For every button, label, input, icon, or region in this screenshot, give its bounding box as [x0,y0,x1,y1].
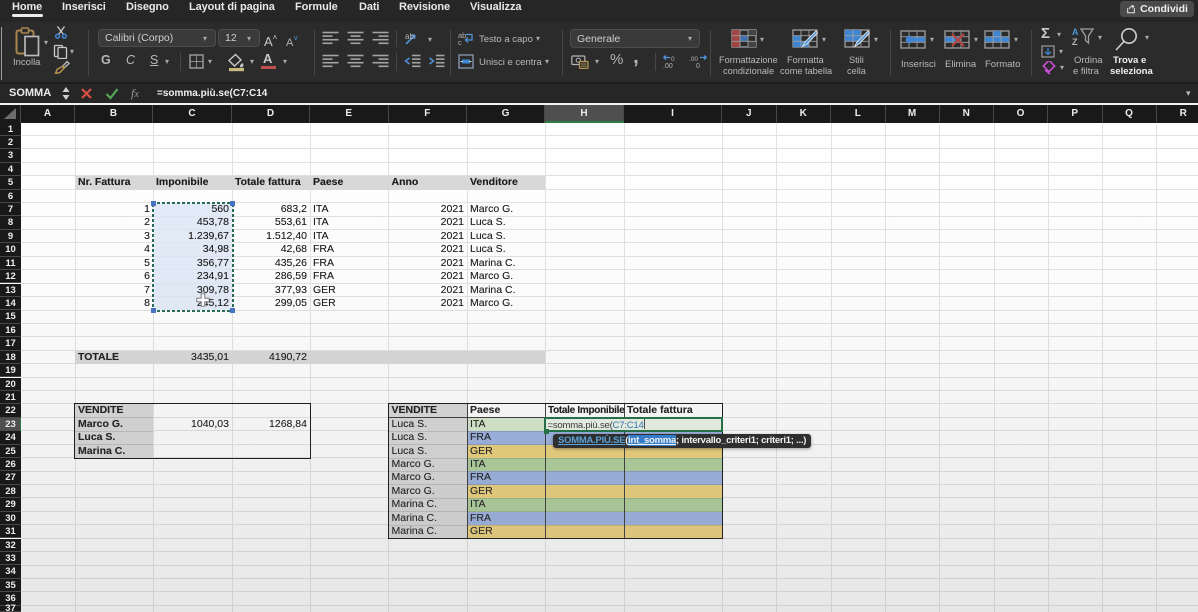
svg-text:Z: Z [1072,37,1078,47]
svg-text:.00: .00 [689,56,698,63]
svg-text:.00: .00 [663,63,673,69]
svg-text:0: 0 [696,63,700,69]
svg-text:ab: ab [405,32,414,41]
svg-text:c: c [458,38,462,45]
svg-text:0: 0 [671,56,675,63]
svg-text:A: A [1072,27,1079,37]
